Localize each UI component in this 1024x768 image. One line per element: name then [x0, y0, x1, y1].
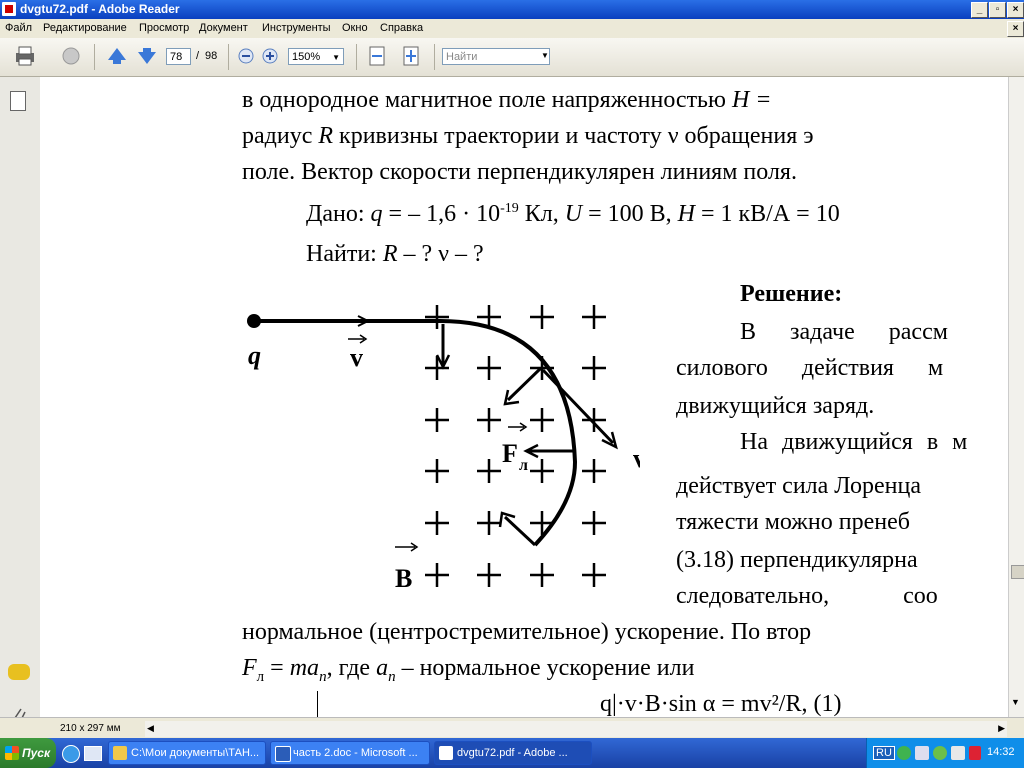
solution-line-5: действует сила Лоренца	[676, 473, 921, 499]
language-indicator[interactable]: RU	[873, 746, 895, 760]
doc-close-button[interactable]: ×	[1007, 21, 1024, 37]
close-button[interactable]: ×	[1007, 2, 1024, 18]
desktop-icon[interactable]	[84, 746, 102, 761]
zoom-out-icon[interactable]	[236, 44, 256, 68]
menu-view[interactable]: Просмотр	[139, 22, 189, 34]
word-icon	[275, 746, 291, 762]
pdf-icon	[2, 2, 16, 16]
scroll-down-icon[interactable]: ▼	[1011, 697, 1020, 707]
solution-line-3: движущийся заряд.	[676, 393, 875, 419]
doc-line-1: в однородное магнитное поле напряженност…	[242, 87, 772, 113]
task-adobe-reader[interactable]: dvgtu72.pdf - Adobe ...	[434, 741, 592, 765]
task-word[interactable]: часть 2.doc - Microsoft ...	[270, 741, 430, 765]
solution-line-2: силового действия м	[676, 355, 944, 381]
scroll-left-icon[interactable]: ◀	[147, 723, 154, 734]
start-button[interactable]: Пуск	[0, 738, 56, 768]
window-title: dvgtu72.pdf - Adobe Reader	[20, 2, 180, 16]
internet-explorer-icon[interactable]	[62, 745, 80, 763]
volume-icon[interactable]	[951, 746, 965, 760]
minimize-button[interactable]: _	[971, 2, 988, 18]
taskbar: Пуск C:\Мои документы\ТАН... часть 2.doc…	[0, 738, 1024, 768]
scroll-right-icon[interactable]: ▶	[998, 723, 1005, 734]
task-explorer[interactable]: C:\Мои документы\ТАН...	[108, 741, 266, 765]
horizontal-scrollbar[interactable]: ◀ ▶	[145, 721, 1007, 737]
menu-window[interactable]: Окно	[342, 22, 368, 34]
status-bar: 210 x 297 мм ◀ ▶	[0, 717, 1024, 739]
menu-edit[interactable]: Редактирование	[43, 22, 127, 34]
pdf-icon	[439, 746, 453, 760]
scroll-thumb[interactable]	[1011, 565, 1024, 579]
menu-tools[interactable]: Инструменты	[262, 22, 331, 34]
page-number-input[interactable]: 78	[166, 48, 191, 65]
fit-page-icon[interactable]	[398, 44, 424, 68]
page-size: 210 x 297 мм	[60, 723, 121, 734]
search-dropdown-icon[interactable]: ▼	[541, 51, 549, 60]
doc-line-newton: Fл = man, где an – нормальное ускорение …	[242, 655, 695, 685]
velocity-arrow-1	[352, 315, 371, 327]
menu-document[interactable]: Документ	[199, 22, 248, 34]
previous-page-icon[interactable]	[104, 44, 130, 68]
search-input[interactable]: Найти	[442, 48, 550, 65]
security-icon[interactable]	[933, 746, 947, 760]
fig-label-f: F	[502, 439, 518, 468]
folder-icon	[113, 746, 127, 760]
menu-bar: Файл Редактирование Просмотр Документ Ин…	[0, 19, 1024, 38]
solution-line-4: На движущийся в м	[740, 429, 968, 455]
lorentz-figure: q v v F л B	[247, 305, 640, 593]
next-page-icon[interactable]	[134, 44, 160, 68]
zoom-in-icon[interactable]	[260, 44, 280, 68]
vertical-scrollbar[interactable]: ▼	[1008, 77, 1024, 717]
zoom-value: 150%	[292, 51, 321, 63]
chevron-down-icon: ▼	[332, 53, 340, 62]
fig-label-q: q	[248, 341, 261, 370]
solution-line-1: В задаче рассм	[740, 319, 948, 345]
formula-1: q|·v·B·sin α = mv²/R, (1)	[600, 691, 842, 717]
windows-icon	[5, 746, 19, 760]
fig-label-v1: v	[350, 343, 363, 372]
solution-line-6: тяжести можно пренеб	[676, 509, 910, 535]
solution-title: Решение:	[740, 281, 843, 307]
system-tray: RU 14:32	[866, 738, 1024, 768]
doc-line-3: поле. Вектор скорости перпендикулярен ли…	[242, 159, 797, 185]
fig-label-f-sub: л	[519, 457, 528, 474]
pages-icon[interactable]	[10, 91, 26, 111]
start-label: Пуск	[22, 746, 51, 760]
page-separator: /	[196, 50, 200, 62]
fig-label-v2: v	[633, 444, 640, 473]
find-line: Найти: R – ? ν – ?	[306, 241, 484, 267]
doc-line-2: радиус R кривизны траектории и частоту ν…	[242, 123, 814, 149]
restore-button[interactable]: ▫	[989, 2, 1006, 18]
document-view[interactable]: в однородное магнитное поле напряженност…	[40, 77, 1008, 717]
title-bar: dvgtu72.pdf - Adobe Reader _ ▫ ×	[0, 0, 1024, 19]
navigation-panel	[0, 77, 41, 723]
solution-line-8: следовательно, соо	[676, 583, 938, 609]
menu-help[interactable]: Справка	[380, 22, 423, 34]
doc-line-normal-accel: нормальное (центростремительное) ускорен…	[242, 619, 812, 645]
comments-icon[interactable]	[8, 664, 30, 680]
zoom-select[interactable]: 150% ▼	[288, 48, 344, 65]
tray-app-icon[interactable]	[915, 746, 929, 760]
text-cursor	[317, 691, 318, 717]
trajectory-arc	[439, 319, 578, 547]
clock[interactable]: 14:32	[987, 746, 1015, 758]
antivirus-icon[interactable]	[969, 746, 981, 760]
fit-width-icon[interactable]	[364, 44, 390, 68]
toolbar: 78 / 98 150% ▼ Найти ▼	[0, 38, 1024, 77]
menu-file[interactable]: Файл	[5, 22, 32, 34]
network-icon[interactable]	[897, 746, 911, 760]
solution-line-7: (3.18) перпендикулярна	[676, 547, 918, 573]
collaborate-icon[interactable]	[58, 44, 84, 68]
given-line: Дано: q = – 1,6 · 10-19 Кл, U = 100 В, H…	[306, 201, 840, 227]
page-total: 98	[205, 50, 218, 62]
print-icon[interactable]	[12, 44, 38, 68]
fig-label-b: B	[395, 564, 412, 593]
